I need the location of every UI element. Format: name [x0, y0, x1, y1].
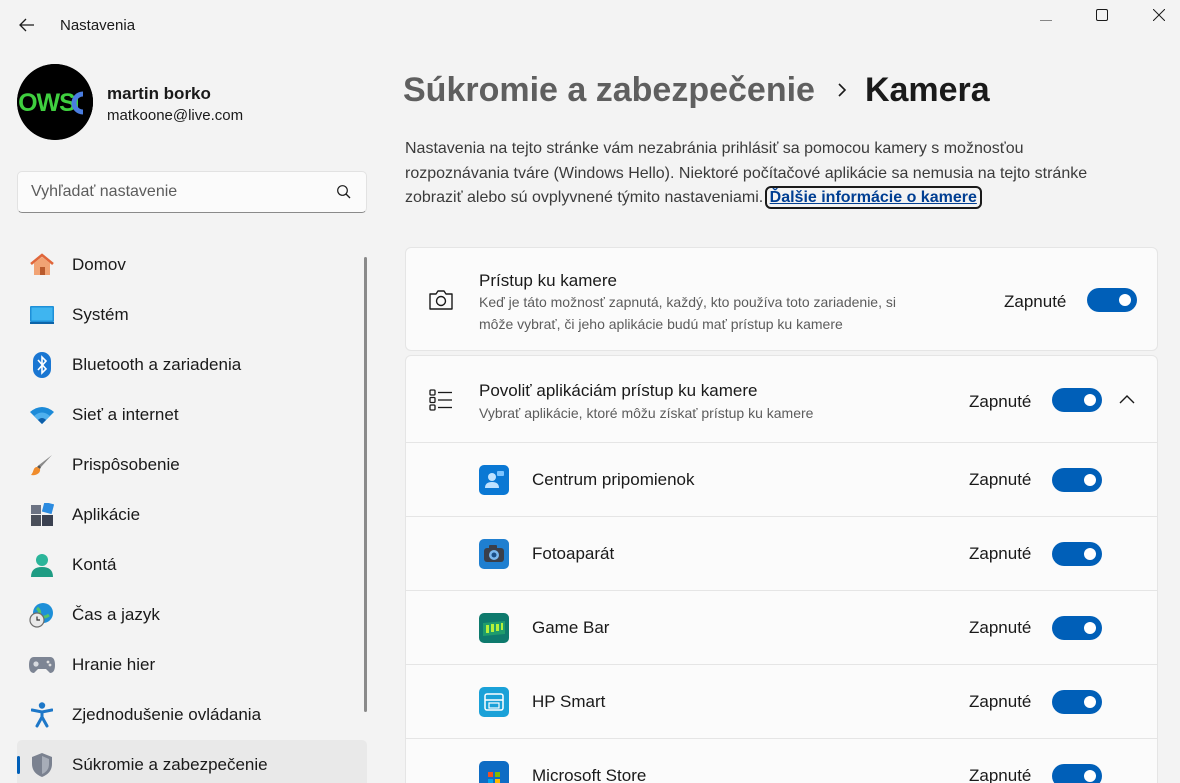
sidebar-item-label: Domov — [72, 255, 126, 274]
system-icon — [29, 302, 55, 328]
app-row-camera: Fotoaparát Zapnuté — [406, 516, 1157, 590]
globe-clock-icon — [29, 602, 55, 628]
app-name: Fotoaparát — [532, 544, 615, 563]
sidebar-item-label: Systém — [72, 305, 129, 324]
home-icon — [29, 252, 55, 278]
app-access-header[interactable]: Povoliť aplikáciám prístup ku kamere Vyb… — [406, 356, 1157, 442]
maximize-icon — [1096, 9, 1108, 21]
maximize-button[interactable] — [1073, 0, 1131, 30]
camera-app-icon — [479, 539, 509, 569]
feedback-hub-icon — [479, 465, 509, 495]
page-title: Kamera — [864, 70, 990, 109]
minimize-icon — [1040, 20, 1052, 21]
shield-icon — [29, 752, 55, 778]
camera-icon — [427, 286, 455, 314]
app-state: Zapnuté — [969, 618, 1032, 637]
close-icon — [1153, 9, 1165, 21]
chevron-up-icon[interactable] — [1113, 386, 1141, 414]
app-name: Game Bar — [532, 618, 610, 637]
arrow-left-icon — [19, 18, 34, 32]
store-icon — [479, 761, 509, 783]
app-toggle[interactable] — [1052, 690, 1102, 714]
sidebar-item-label: Bluetooth a zariadenia — [72, 355, 242, 374]
app-toggle[interactable] — [1052, 764, 1102, 783]
camera-access-toggle[interactable] — [1087, 288, 1137, 312]
app-access-title: Povoliť aplikáciám prístup ku kamere — [479, 381, 758, 400]
hp-smart-icon — [479, 687, 509, 717]
app-row-game-bar: Game Bar Zapnuté — [406, 590, 1157, 664]
app-title: Nastavenia — [60, 17, 136, 34]
app-state: Zapnuté — [969, 544, 1032, 563]
camera-access-subtitle-line2: môže vybrať, či jeho aplikácie budú mať … — [479, 316, 843, 332]
sidebar-item-label: Aplikácie — [72, 505, 141, 524]
app-access-state: Zapnuté — [969, 392, 1032, 411]
camera-access-card: Prístup ku kamere Keď je táto možnosť za… — [405, 247, 1158, 351]
sidebar-item-label: Sieť a internet — [72, 405, 179, 424]
sidebar-item-label: Kontá — [72, 555, 117, 574]
user-email: matkoone@live.com — [107, 107, 244, 124]
camera-access-title: Prístup ku kamere — [479, 271, 617, 290]
sidebar-item-label: Zjednodušenie ovládania — [72, 705, 262, 724]
app-state: Zapnuté — [969, 766, 1032, 783]
app-toggle[interactable] — [1052, 616, 1102, 640]
sidebar-item-label: Čas a jazyk — [72, 605, 160, 624]
camera-access-state: Zapnuté — [1004, 292, 1067, 311]
search-icon[interactable] — [336, 184, 352, 200]
app-name: Centrum pripomienok — [532, 470, 695, 489]
sidebar-item-privacy-security[interactable]: Súkromie a zabezpečenie — [17, 740, 367, 783]
app-state: Zapnuté — [969, 692, 1032, 711]
game-bar-icon — [479, 613, 509, 643]
sidebar-item-system[interactable]: Systém — [17, 290, 367, 340]
bluetooth-icon — [29, 352, 55, 378]
app-name: Microsoft Store — [532, 766, 647, 783]
close-button[interactable] — [1130, 0, 1180, 30]
sidebar-item-gaming[interactable]: Hranie hier — [17, 640, 367, 690]
app-name: HP Smart — [532, 692, 606, 711]
avatar: OWSC — [17, 64, 93, 140]
search-box[interactable] — [17, 171, 367, 213]
list-icon — [427, 386, 455, 414]
apps-icon — [29, 502, 55, 528]
app-toggle[interactable] — [1052, 542, 1102, 566]
accessibility-icon — [29, 702, 55, 728]
description-text: Nastavenia na tejto stránke vám nezabrán… — [405, 140, 1088, 206]
app-row-microsoft-store: Microsoft Store Zapnuté — [406, 738, 1157, 783]
app-row-hp-smart: HP Smart Zapnuté — [406, 664, 1157, 738]
user-profile[interactable]: OWSC martin borko matkoone@live.com — [17, 64, 357, 140]
sidebar-item-personalization[interactable]: Prispôsobenie — [17, 440, 367, 490]
back-button[interactable] — [10, 8, 44, 42]
title-bar: Nastavenia — [0, 0, 1180, 50]
sidebar-item-bluetooth[interactable]: Bluetooth a zariadenia — [17, 340, 367, 390]
sidebar-item-time-language[interactable]: Čas a jazyk — [17, 590, 367, 640]
gamepad-icon — [29, 652, 55, 678]
sidebar-item-label: Súkromie a zabezpečenie — [72, 755, 268, 774]
sidebar-item-accessibility[interactable]: Zjednodušenie ovládania — [17, 690, 367, 740]
app-toggle[interactable] — [1052, 468, 1102, 492]
sidebar-item-label: Hranie hier — [72, 655, 156, 674]
brush-icon — [29, 452, 55, 478]
sidebar-item-network[interactable]: Sieť a internet — [17, 390, 367, 440]
app-state: Zapnuté — [969, 470, 1032, 489]
camera-access-subtitle-line1: Keď je táto možnosť zapnutá, každý, kto … — [479, 294, 896, 310]
learn-more-link[interactable]: Ďalšie informácie o kamere — [764, 186, 982, 209]
page-description: Nastavenia na tejto stránke vám nezabrán… — [405, 137, 1125, 211]
sidebar-nav: Domov Systém Bluetooth a zariadenia Sieť… — [17, 240, 367, 783]
chevron-right-icon — [837, 83, 847, 97]
wifi-icon — [29, 402, 55, 428]
sidebar-item-apps[interactable]: Aplikácie — [17, 490, 367, 540]
breadcrumb: Súkromie a zabezpečenie Kamera — [403, 68, 990, 112]
sidebar-item-label: Prispôsobenie — [72, 455, 180, 474]
minimize-button[interactable] — [1017, 0, 1075, 30]
sidebar-item-home[interactable]: Domov — [17, 240, 367, 290]
breadcrumb-parent[interactable]: Súkromie a zabezpečenie — [403, 71, 815, 110]
app-row-feedback-hub: Centrum pripomienok Zapnuté — [406, 442, 1157, 516]
sidebar-scrollbar[interactable] — [364, 257, 367, 712]
app-access-card: Povoliť aplikáciám prístup ku kamere Vyb… — [405, 355, 1158, 783]
search-input[interactable] — [18, 172, 328, 212]
app-access-subtitle: Vybrať aplikácie, ktoré môžu získať prís… — [479, 405, 814, 421]
app-access-toggle[interactable] — [1052, 388, 1102, 412]
account-icon — [29, 552, 55, 578]
user-name: martin borko — [107, 84, 211, 103]
sidebar-item-accounts[interactable]: Kontá — [17, 540, 367, 590]
